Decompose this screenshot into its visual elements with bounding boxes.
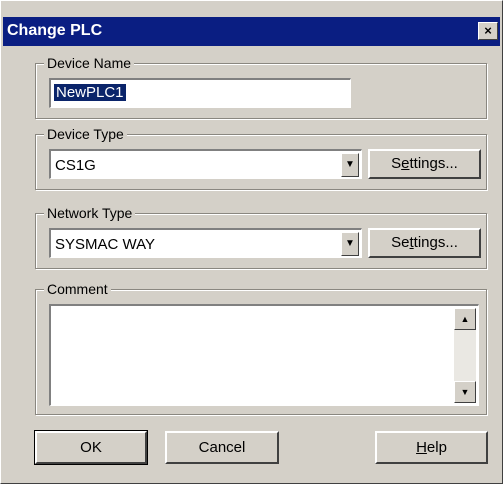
network-type-value: SYSMAC WAY bbox=[55, 236, 156, 253]
device-name-field[interactable]: NewPLC1 bbox=[49, 78, 351, 108]
help-label: Help bbox=[416, 439, 447, 456]
change-plc-dialog: Change PLC × Device Name NewPLC1 Device … bbox=[0, 0, 503, 484]
network-type-settings-label: Settings... bbox=[391, 234, 458, 251]
close-button[interactable]: × bbox=[478, 22, 498, 40]
network-type-settings-button[interactable]: Settings... bbox=[368, 228, 481, 258]
comment-group: Comment ▲ ▼ bbox=[35, 280, 487, 415]
help-button[interactable]: Help bbox=[375, 431, 488, 464]
network-type-dropdown-button[interactable]: ▼ bbox=[341, 232, 359, 256]
device-type-legend: Device Type bbox=[44, 125, 127, 143]
device-name-value: NewPLC1 bbox=[54, 84, 126, 101]
chevron-down-icon: ▼ bbox=[345, 159, 355, 170]
device-type-settings-button[interactable]: Settings... bbox=[368, 149, 481, 179]
device-type-dropdown-button[interactable]: ▼ bbox=[341, 153, 359, 177]
device-type-select[interactable]: CS1G ▼ bbox=[49, 149, 362, 179]
cancel-button[interactable]: Cancel bbox=[165, 431, 279, 464]
device-name-group: Device Name NewPLC1 bbox=[35, 54, 487, 119]
close-icon: × bbox=[484, 23, 492, 38]
network-type-group: Network Type SYSMAC WAY ▼ Settings... bbox=[35, 204, 487, 269]
arrow-down-icon: ▼ bbox=[460, 387, 470, 397]
device-type-group: Device Type CS1G ▼ Settings... bbox=[35, 125, 487, 190]
dialog-title: Change PLC bbox=[7, 22, 103, 39]
comment-scrollbar[interactable]: ▲ ▼ bbox=[454, 308, 476, 403]
scroll-down-button[interactable]: ▼ bbox=[454, 381, 476, 403]
scroll-up-button[interactable]: ▲ bbox=[454, 308, 476, 330]
device-type-settings-label: Settings... bbox=[391, 155, 458, 172]
comment-legend: Comment bbox=[44, 280, 111, 298]
device-name-legend: Device Name bbox=[44, 54, 135, 72]
title-bar[interactable]: Change PLC × bbox=[3, 17, 500, 46]
comment-textarea[interactable]: ▲ ▼ bbox=[49, 304, 479, 406]
device-type-value: CS1G bbox=[55, 157, 96, 174]
arrow-up-icon: ▲ bbox=[460, 314, 470, 324]
network-type-legend: Network Type bbox=[44, 204, 136, 222]
cancel-label: Cancel bbox=[198, 439, 246, 456]
network-type-select[interactable]: SYSMAC WAY ▼ bbox=[49, 228, 362, 258]
ok-label: OK bbox=[80, 439, 102, 456]
chevron-down-icon: ▼ bbox=[345, 238, 355, 249]
ok-button[interactable]: OK bbox=[34, 430, 148, 465]
